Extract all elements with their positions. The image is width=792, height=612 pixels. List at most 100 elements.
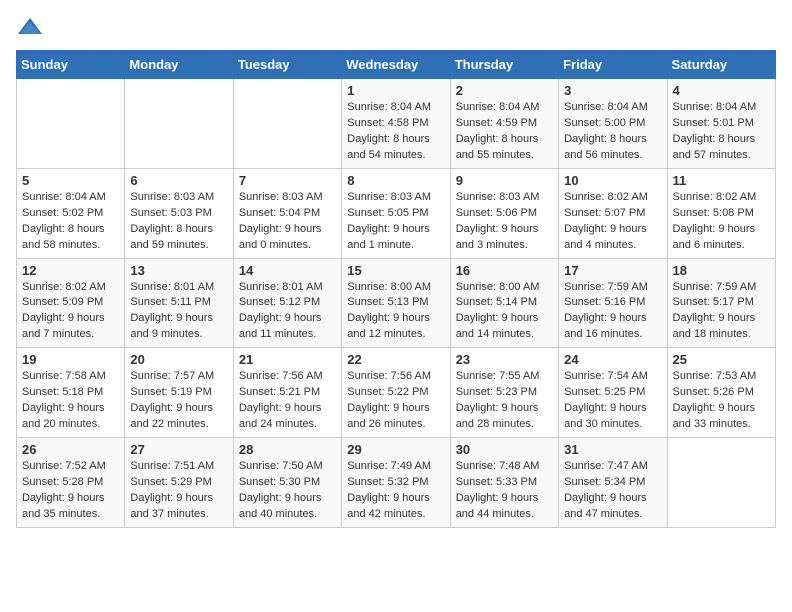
day-cell: 7Sunrise: 8:03 AM Sunset: 5:04 PM Daylig…	[233, 168, 341, 258]
day-cell: 2Sunrise: 8:04 AM Sunset: 4:59 PM Daylig…	[450, 79, 558, 169]
header-wednesday: Wednesday	[342, 51, 450, 79]
day-number: 8	[347, 173, 444, 188]
logo	[16, 16, 48, 38]
day-number: 31	[564, 442, 661, 457]
day-number: 10	[564, 173, 661, 188]
calendar-table: SundayMondayTuesdayWednesdayThursdayFrid…	[16, 50, 776, 528]
day-number: 24	[564, 352, 661, 367]
day-cell: 6Sunrise: 8:03 AM Sunset: 5:03 PM Daylig…	[125, 168, 233, 258]
day-info: Sunrise: 7:49 AM Sunset: 5:32 PM Dayligh…	[347, 459, 444, 523]
day-cell	[667, 438, 775, 528]
day-info: Sunrise: 7:52 AM Sunset: 5:28 PM Dayligh…	[22, 459, 119, 523]
day-info: Sunrise: 8:04 AM Sunset: 4:59 PM Dayligh…	[456, 100, 553, 164]
day-number: 13	[130, 263, 227, 278]
day-cell: 28 Sunrise: 7:50 AM Sunset: 5:30 PM Dayli…	[233, 438, 341, 528]
day-cell: 30Sunrise: 7:48 AM Sunset: 5:33 PM Dayli…	[450, 438, 558, 528]
day-number: 27	[130, 442, 227, 457]
day-number: 5	[22, 173, 119, 188]
day-info: Sunrise: 7:59 AM Sunset: 5:17 PM Dayligh…	[673, 280, 770, 344]
header-tuesday: Tuesday	[233, 51, 341, 79]
day-number: 22	[347, 352, 444, 367]
day-number: 9	[456, 173, 553, 188]
day-cell: 19 Sunrise: 7:58 AM Sunset: 5:18 PM Dayli…	[17, 348, 125, 438]
day-info: Sunrise: 7:56 AM Sunset: 5:22 PM Dayligh…	[347, 369, 444, 433]
day-cell: 21 Sunrise: 7:56 AM Sunset: 5:21 PM Dayli…	[233, 348, 341, 438]
day-cell: 13 Sunrise: 8:01 AM Sunset: 5:11 PM Dayli…	[125, 258, 233, 348]
day-number: 25	[673, 352, 770, 367]
week-row-5: 26 Sunrise: 7:52 AM Sunset: 5:28 PM Dayli…	[17, 438, 776, 528]
day-info: Sunrise: 7:54 AM Sunset: 5:25 PM Dayligh…	[564, 369, 661, 433]
day-cell: 25 Sunrise: 7:53 AM Sunset: 5:26 PM Dayli…	[667, 348, 775, 438]
day-cell: 5Sunrise: 8:04 AM Sunset: 5:02 PM Daylig…	[17, 168, 125, 258]
day-info: Sunrise: 7:53 AM Sunset: 5:26 PM Dayligh…	[673, 369, 770, 433]
page-header	[16, 16, 776, 38]
day-info: Sunrise: 7:47 AM Sunset: 5:34 PM Dayligh…	[564, 459, 661, 523]
day-number: 20	[130, 352, 227, 367]
day-cell: 22 Sunrise: 7:56 AM Sunset: 5:22 PM Dayli…	[342, 348, 450, 438]
header-thursday: Thursday	[450, 51, 558, 79]
day-info: Sunrise: 8:03 AM Sunset: 5:06 PM Dayligh…	[456, 190, 553, 254]
day-number: 28	[239, 442, 336, 457]
day-info: Sunrise: 7:48 AM Sunset: 5:33 PM Dayligh…	[456, 459, 553, 523]
day-number: 7	[239, 173, 336, 188]
day-cell: 16Sunrise: 8:00 AM Sunset: 5:14 PM Dayli…	[450, 258, 558, 348]
day-cell: 14 Sunrise: 8:01 AM Sunset: 5:12 PM Dayli…	[233, 258, 341, 348]
week-row-1: 1 Sunrise: 8:04 AM Sunset: 4:58 PM Daylig…	[17, 79, 776, 169]
day-number: 14	[239, 263, 336, 278]
day-number: 1	[347, 83, 444, 98]
day-cell: 20 Sunrise: 7:57 AM Sunset: 5:19 PM Dayli…	[125, 348, 233, 438]
day-info: Sunrise: 8:03 AM Sunset: 5:05 PM Dayligh…	[347, 190, 444, 254]
day-cell: 15Sunrise: 8:00 AM Sunset: 5:13 PM Dayli…	[342, 258, 450, 348]
day-number: 19	[22, 352, 119, 367]
day-info: Sunrise: 7:58 AM Sunset: 5:18 PM Dayligh…	[22, 369, 119, 433]
day-info: Sunrise: 8:04 AM Sunset: 5:01 PM Dayligh…	[673, 100, 770, 164]
day-cell: 17 Sunrise: 7:59 AM Sunset: 5:16 PM Dayli…	[559, 258, 667, 348]
day-cell: 23 Sunrise: 7:55 AM Sunset: 5:23 PM Dayli…	[450, 348, 558, 438]
day-cell: 27 Sunrise: 7:51 AM Sunset: 5:29 PM Dayli…	[125, 438, 233, 528]
header-monday: Monday	[125, 51, 233, 79]
day-number: 21	[239, 352, 336, 367]
week-row-2: 5Sunrise: 8:04 AM Sunset: 5:02 PM Daylig…	[17, 168, 776, 258]
day-number: 16	[456, 263, 553, 278]
day-number: 29	[347, 442, 444, 457]
day-info: Sunrise: 8:01 AM Sunset: 5:12 PM Dayligh…	[239, 280, 336, 344]
day-cell: 12 Sunrise: 8:02 AM Sunset: 5:09 PM Dayli…	[17, 258, 125, 348]
day-number: 3	[564, 83, 661, 98]
logo-icon	[16, 16, 44, 38]
day-number: 12	[22, 263, 119, 278]
day-info: Sunrise: 8:01 AM Sunset: 5:11 PM Dayligh…	[130, 280, 227, 344]
day-number: 6	[130, 173, 227, 188]
day-cell: 18 Sunrise: 7:59 AM Sunset: 5:17 PM Dayli…	[667, 258, 775, 348]
day-info: Sunrise: 7:56 AM Sunset: 5:21 PM Dayligh…	[239, 369, 336, 433]
day-cell: 26 Sunrise: 7:52 AM Sunset: 5:28 PM Dayli…	[17, 438, 125, 528]
day-cell: 24 Sunrise: 7:54 AM Sunset: 5:25 PM Dayli…	[559, 348, 667, 438]
day-number: 26	[22, 442, 119, 457]
day-cell: 4 Sunrise: 8:04 AM Sunset: 5:01 PM Daylig…	[667, 79, 775, 169]
day-cell: 8 Sunrise: 8:03 AM Sunset: 5:05 PM Daylig…	[342, 168, 450, 258]
header-saturday: Saturday	[667, 51, 775, 79]
day-number: 4	[673, 83, 770, 98]
day-cell: 10Sunrise: 8:02 AM Sunset: 5:07 PM Dayli…	[559, 168, 667, 258]
header-row: SundayMondayTuesdayWednesdayThursdayFrid…	[17, 51, 776, 79]
day-number: 17	[564, 263, 661, 278]
day-info: Sunrise: 7:59 AM Sunset: 5:16 PM Dayligh…	[564, 280, 661, 344]
day-cell	[125, 79, 233, 169]
day-info: Sunrise: 7:50 AM Sunset: 5:30 PM Dayligh…	[239, 459, 336, 523]
week-row-4: 19 Sunrise: 7:58 AM Sunset: 5:18 PM Dayli…	[17, 348, 776, 438]
header-friday: Friday	[559, 51, 667, 79]
day-cell: 1 Sunrise: 8:04 AM Sunset: 4:58 PM Daylig…	[342, 79, 450, 169]
week-row-3: 12 Sunrise: 8:02 AM Sunset: 5:09 PM Dayli…	[17, 258, 776, 348]
header-sunday: Sunday	[17, 51, 125, 79]
day-info: Sunrise: 8:02 AM Sunset: 5:09 PM Dayligh…	[22, 280, 119, 344]
day-number: 23	[456, 352, 553, 367]
day-info: Sunrise: 7:57 AM Sunset: 5:19 PM Dayligh…	[130, 369, 227, 433]
day-cell: 11Sunrise: 8:02 AM Sunset: 5:08 PM Dayli…	[667, 168, 775, 258]
day-cell	[17, 79, 125, 169]
day-info: Sunrise: 7:55 AM Sunset: 5:23 PM Dayligh…	[456, 369, 553, 433]
day-info: Sunrise: 7:51 AM Sunset: 5:29 PM Dayligh…	[130, 459, 227, 523]
day-info: Sunrise: 8:04 AM Sunset: 4:58 PM Dayligh…	[347, 100, 444, 164]
day-cell: 31 Sunrise: 7:47 AM Sunset: 5:34 PM Dayli…	[559, 438, 667, 528]
day-number: 18	[673, 263, 770, 278]
day-cell: 9 Sunrise: 8:03 AM Sunset: 5:06 PM Daylig…	[450, 168, 558, 258]
day-number: 15	[347, 263, 444, 278]
